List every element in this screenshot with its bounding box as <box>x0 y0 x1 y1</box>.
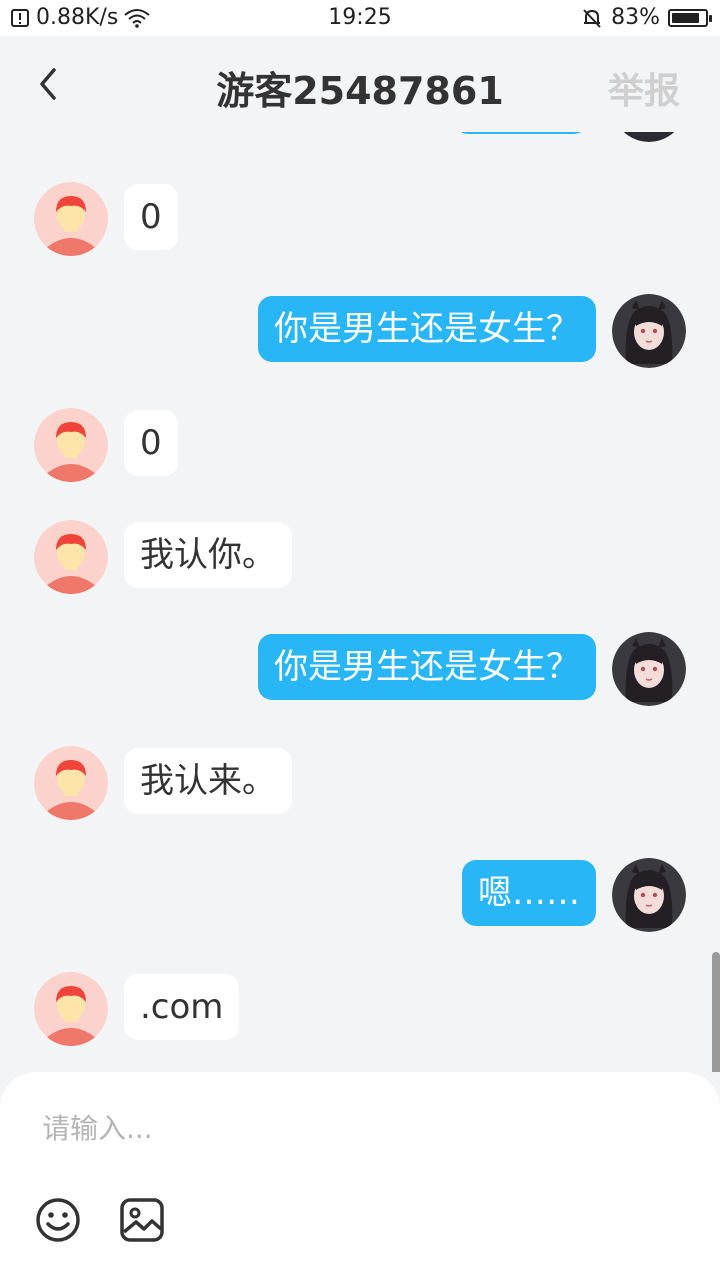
guest-avatar[interactable] <box>34 520 108 594</box>
image-icon[interactable] <box>118 1196 166 1244</box>
my-avatar[interactable] <box>612 294 686 368</box>
battery-icon <box>668 8 712 27</box>
report-button[interactable]: 举报 <box>608 62 680 114</box>
incoming-message-bubble[interactable]: 0 <box>124 184 178 250</box>
battery-percent: 83% <box>611 5 660 30</box>
smiley-icon[interactable] <box>34 1196 82 1244</box>
incoming-message-bubble[interactable]: 0 <box>124 410 178 476</box>
incoming-message-bubble[interactable]: .com <box>124 974 240 1040</box>
battery-level <box>672 12 699 23</box>
guest-avatar[interactable] <box>34 746 108 820</box>
incoming-message-bubble[interactable]: 我认你。 <box>124 522 292 588</box>
outgoing-message-bubble[interactable]: 嗯…… <box>462 860 596 926</box>
incoming-message-bubble[interactable]: 我认来。 <box>124 748 292 814</box>
my-avatar[interactable] <box>612 632 686 706</box>
guest-avatar[interactable] <box>34 408 108 482</box>
scrollbar[interactable] <box>712 952 720 1072</box>
nav-bar: 游客25487861 举报 <box>0 36 720 132</box>
status-bar: 0.88K/s 19:25 83% <box>0 0 720 36</box>
guest-avatar[interactable] <box>34 972 108 1046</box>
my-avatar[interactable] <box>612 858 686 932</box>
message-bubble-partial <box>454 132 588 134</box>
outgoing-message-bubble[interactable]: 你是男生还是女生？ <box>258 296 596 362</box>
message-input[interactable] <box>42 1108 682 1148</box>
message-list[interactable]: 0 你是男生还是女生？ 0 我认你。 你是男生还是女生？ 我认来。 嗯…… .com <box>0 132 720 1072</box>
mute-bell-icon <box>583 8 601 28</box>
outgoing-message-bubble[interactable]: 你是男生还是女生？ <box>258 634 596 700</box>
guest-avatar[interactable] <box>34 182 108 256</box>
composer <box>0 1072 720 1280</box>
my-avatar-partial <box>612 132 686 142</box>
